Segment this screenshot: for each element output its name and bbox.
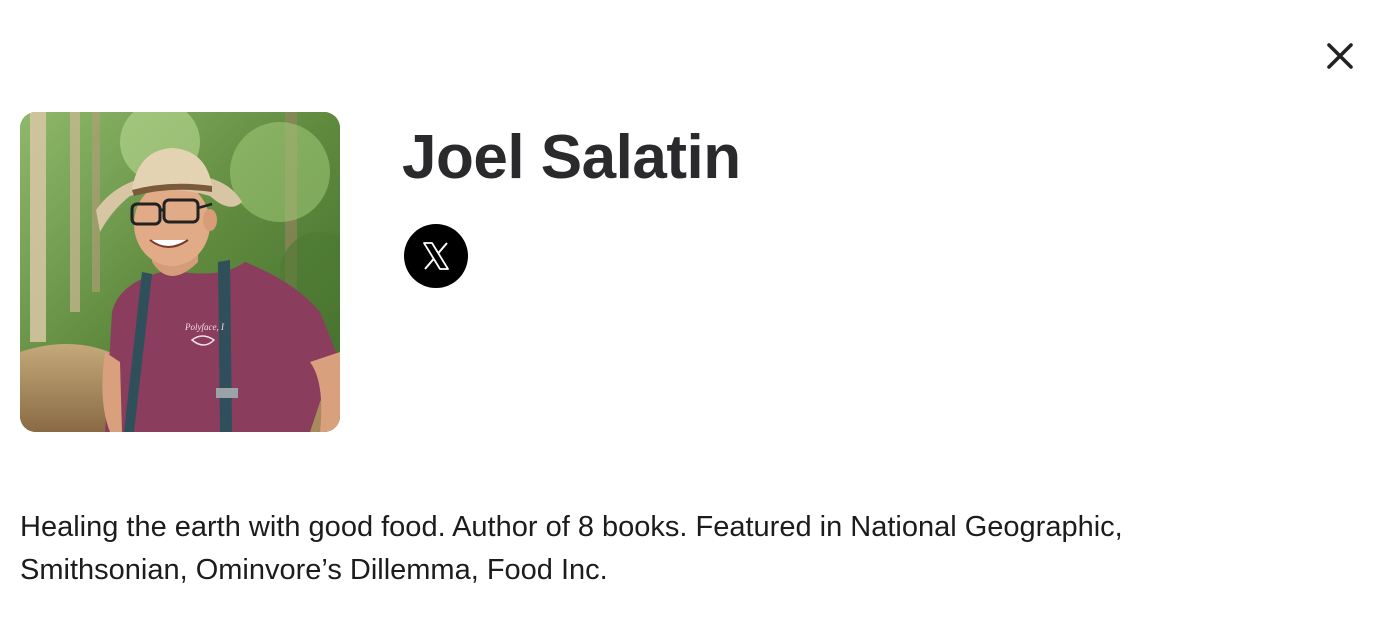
profile-photo: Polyface, I bbox=[20, 112, 340, 432]
profile-bio: Healing the earth with good food. Author… bbox=[20, 511, 1123, 586]
close-icon bbox=[1326, 42, 1354, 70]
x-logo-icon bbox=[420, 240, 452, 272]
profile-name: Joel Salatin bbox=[402, 123, 741, 192]
svg-text:Polyface, I: Polyface, I bbox=[184, 322, 225, 332]
close-button[interactable] bbox=[1320, 36, 1360, 76]
x-social-link[interactable] bbox=[404, 224, 468, 288]
